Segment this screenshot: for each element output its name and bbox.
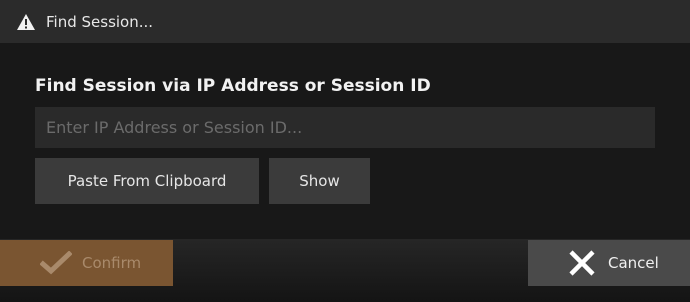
close-icon	[568, 249, 596, 277]
paste-button-label: Paste From Clipboard	[67, 172, 227, 190]
section-heading: Find Session via IP Address or Session I…	[35, 76, 431, 96]
find-session-dialog: Find Session... Find Session via IP Addr…	[0, 0, 690, 302]
dialog-content: Find Session via IP Address or Session I…	[0, 43, 690, 239]
ip-session-input[interactable]	[35, 107, 655, 148]
warning-icon	[16, 13, 36, 31]
confirm-label: Confirm	[82, 254, 142, 272]
dialog-title: Find Session...	[46, 12, 154, 31]
dialog-titlebar: Find Session...	[0, 0, 690, 43]
show-button-label: Show	[299, 172, 340, 190]
show-button[interactable]: Show	[269, 158, 370, 204]
confirm-button[interactable]: Confirm	[0, 240, 173, 286]
paste-from-clipboard-button[interactable]: Paste From Clipboard	[35, 158, 259, 204]
cancel-button[interactable]: Cancel	[528, 240, 690, 286]
checkmark-icon	[39, 250, 73, 275]
cancel-label: Cancel	[608, 254, 659, 272]
dialog-footer: Confirm Cancel	[0, 239, 690, 302]
